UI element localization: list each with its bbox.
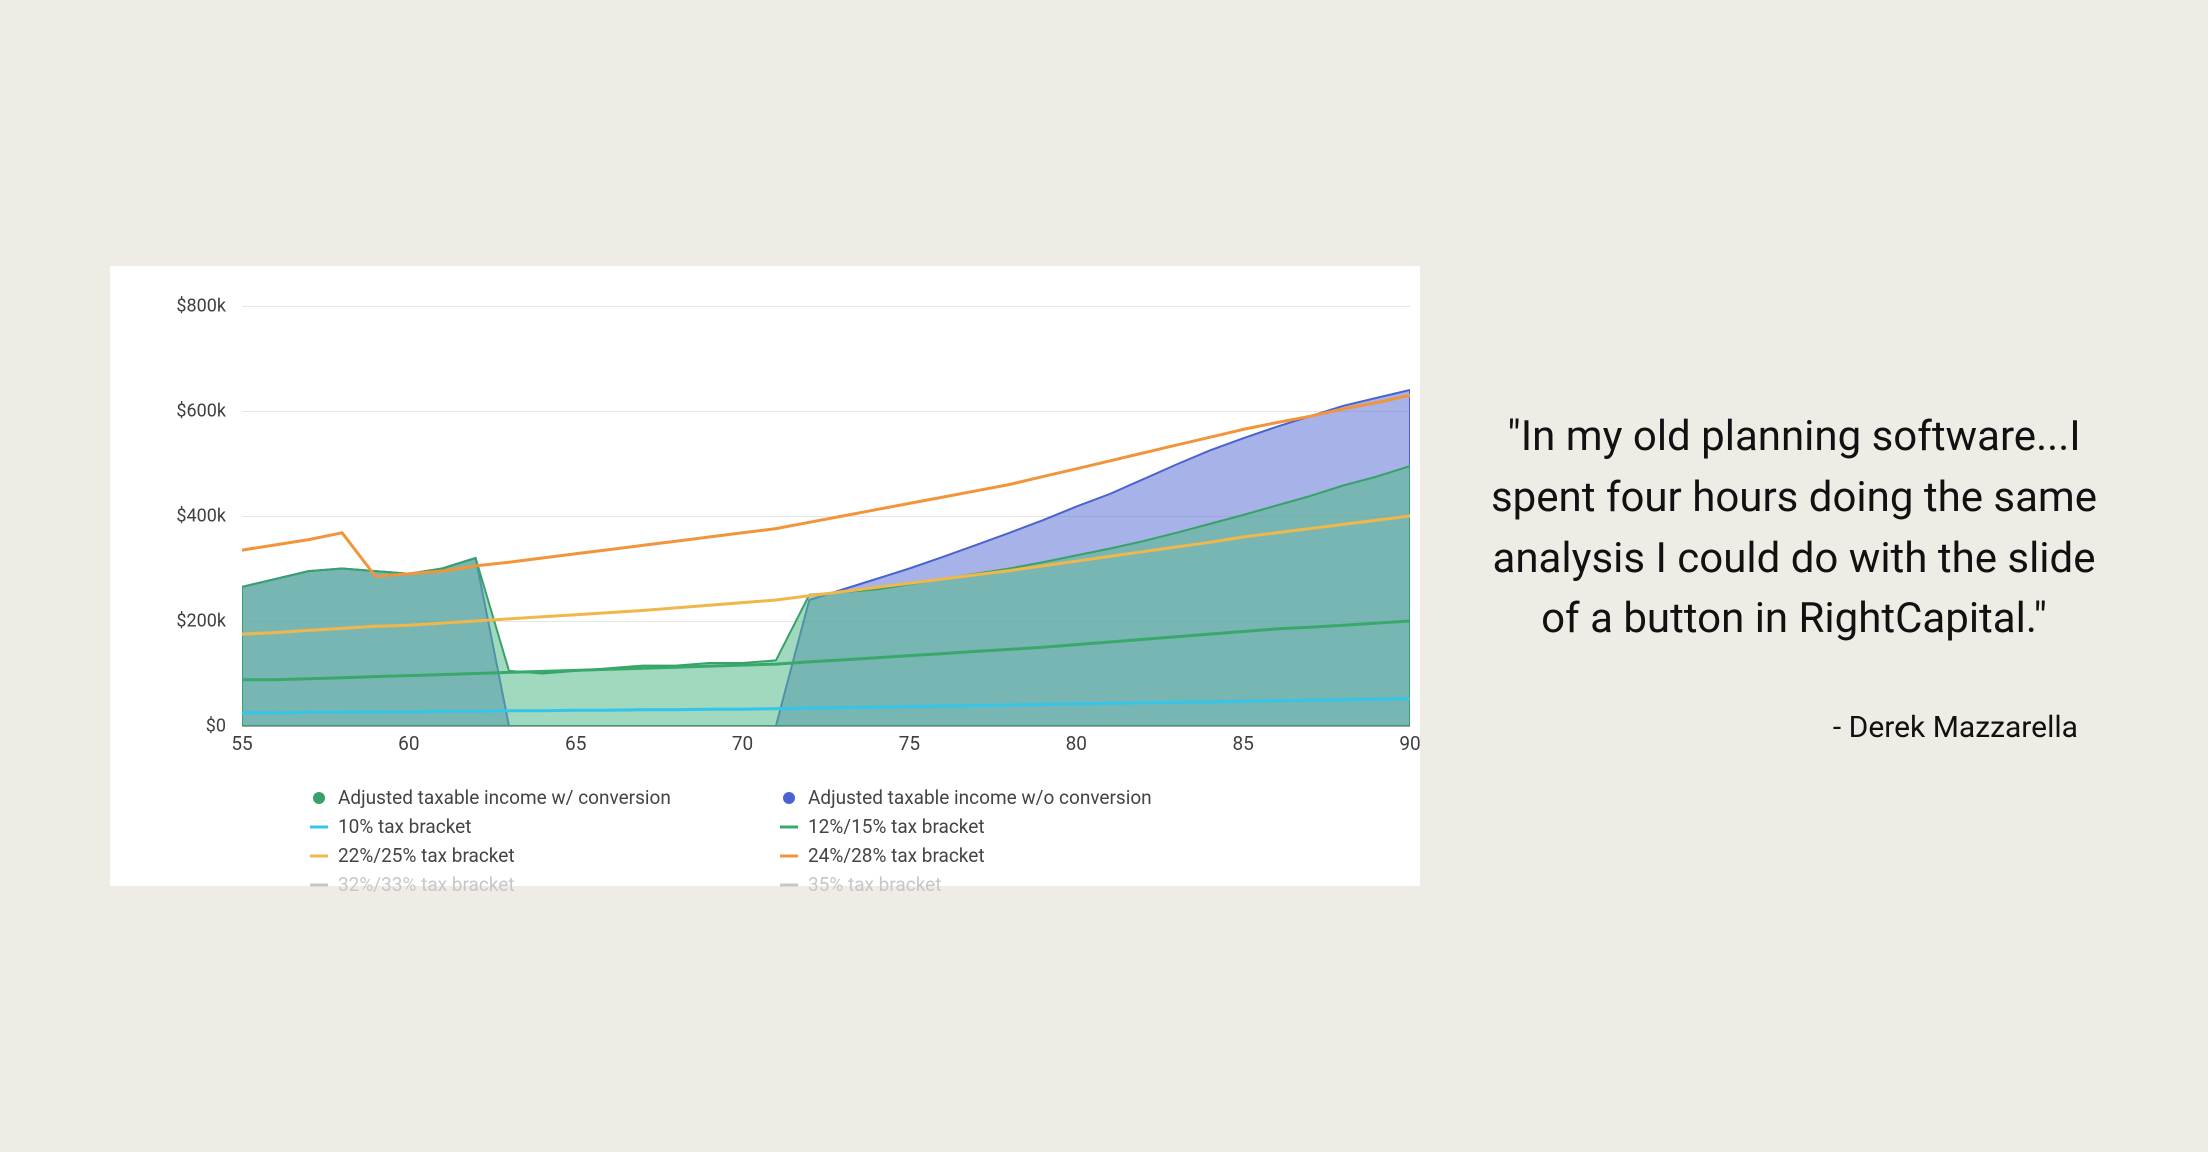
y-tick-label: $400k [176,506,226,527]
legend-label: 12%/15% tax bracket [808,815,985,838]
legend-line-icon [780,876,798,894]
chart-card: $800k $600k $400k $200k $0 55 60 65 70 7… [110,266,1420,886]
chart-plot-area: $800k $600k $400k $200k $0 55 60 65 70 7… [150,306,1410,726]
testimonial-attribution: - Derek Mazzarella [1833,710,2098,745]
page-wrap: $800k $600k $400k $200k $0 55 60 65 70 7… [0,0,2208,1152]
legend-label: 10% tax bracket [338,815,471,838]
quote-panel: "In my old planning software...I spent f… [1490,407,2098,746]
x-axis-line [242,726,1410,727]
x-tick-label: 60 [398,732,419,755]
legend-item[interactable]: 10% tax bracket [310,815,760,838]
y-tick-label: $600k [176,401,226,422]
legend-line-icon [780,818,798,836]
x-tick-label: 75 [899,732,920,755]
legend-label: 32%/33% tax bracket [338,873,515,896]
legend-item[interactable]: 32%/33% tax bracket [310,873,760,896]
legend-line-icon [310,818,328,836]
legend-dot-icon [780,789,798,807]
legend-dot-icon [310,789,328,807]
legend-line-icon [310,847,328,865]
x-tick-label: 70 [732,732,753,755]
x-axis: 55 60 65 70 75 80 85 90 [242,732,1410,762]
legend-item[interactable]: Adjusted taxable income w/ conversion [310,786,760,809]
legend-line-icon [780,847,798,865]
legend-item[interactable]: 24%/28% tax bracket [780,844,1230,867]
y-tick-label: $0 [206,716,226,737]
x-tick-label: 65 [565,732,586,755]
x-tick-label: 80 [1066,732,1087,755]
legend-label: Adjusted taxable income w/o conversion [808,786,1152,809]
legend-label: 22%/25% tax bracket [338,844,515,867]
x-tick-label: 90 [1399,732,1420,755]
legend-item[interactable]: 22%/25% tax bracket [310,844,760,867]
legend-label: 24%/28% tax bracket [808,844,985,867]
x-tick-label: 55 [231,732,252,755]
x-tick-label: 85 [1232,732,1253,755]
legend-label: Adjusted taxable income w/ conversion [338,786,671,809]
chart-svg [242,306,1410,726]
y-axis: $800k $600k $400k $200k $0 [150,306,240,726]
legend-label: 35% tax bracket [808,873,941,896]
y-tick-label: $200k [176,611,226,632]
legend-line-icon [310,876,328,894]
y-tick-label: $800k [176,296,226,317]
legend-item[interactable]: Adjusted taxable income w/o conversion [780,786,1230,809]
legend-item[interactable]: 12%/15% tax bracket [780,815,1230,838]
legend-item[interactable]: 35% tax bracket [780,873,1230,896]
testimonial-quote: "In my old planning software...I spent f… [1490,407,2098,651]
chart-legend: Adjusted taxable income w/ conversion Ad… [310,786,1400,896]
